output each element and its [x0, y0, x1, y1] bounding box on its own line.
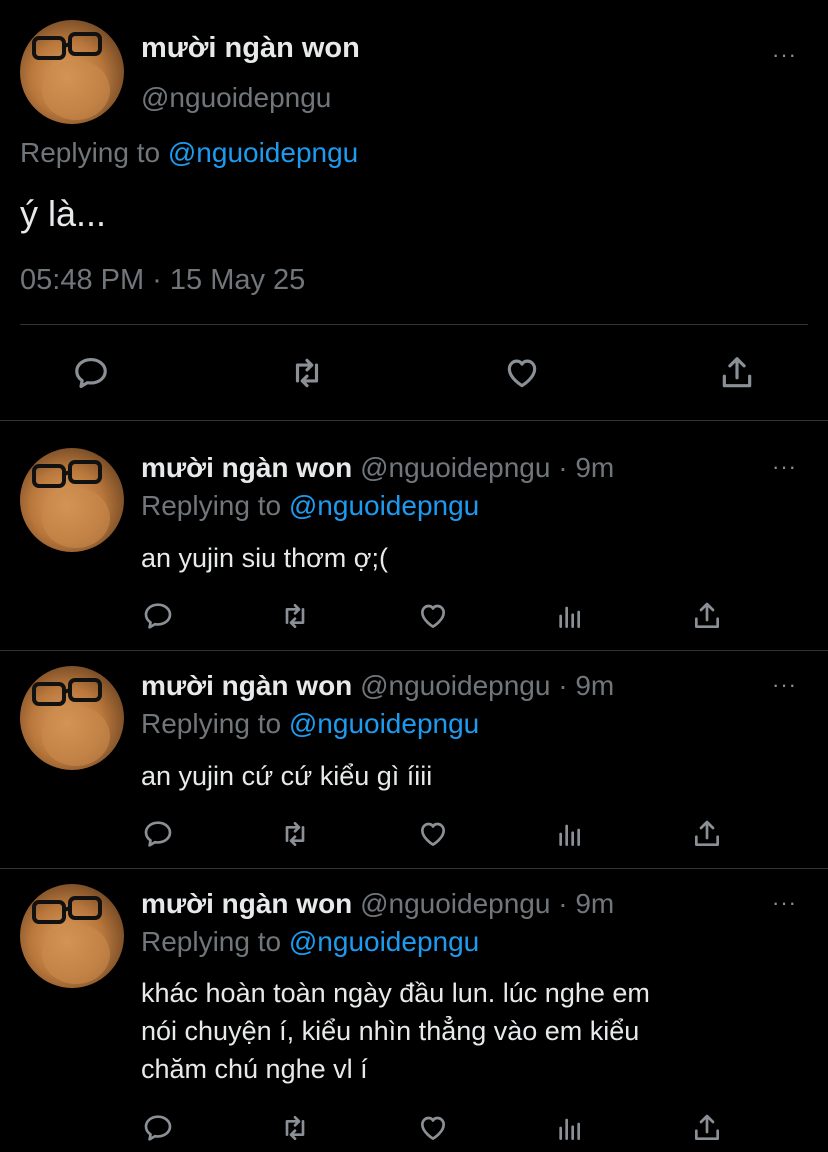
replying-to-mention[interactable]: @nguoidepngu: [168, 137, 358, 168]
glasses-cat-avatar-art: [32, 896, 110, 984]
reply-icon[interactable]: [70, 352, 112, 394]
share-icon[interactable]: [716, 352, 758, 394]
avatar[interactable]: [20, 884, 124, 988]
display-name[interactable]: mười ngàn won: [141, 452, 352, 483]
separator-dot: ·: [558, 452, 568, 483]
replying-to-line: Replying to @nguoidepngu: [141, 708, 479, 740]
relative-time[interactable]: 9m: [575, 670, 614, 701]
user-handle[interactable]: @nguoidepngu: [141, 82, 331, 114]
reply-icon[interactable]: [140, 1110, 176, 1146]
like-icon[interactable]: [414, 598, 452, 634]
replying-to-label: Replying to: [141, 708, 282, 739]
replying-to-line: Replying to @nguoidepngu: [20, 137, 358, 169]
replying-to-mention[interactable]: @nguoidepngu: [289, 490, 479, 521]
display-name[interactable]: mười ngàn won: [141, 888, 352, 919]
glasses-cat-avatar-art: [32, 32, 110, 120]
like-icon[interactable]: [414, 1110, 452, 1146]
replying-to-label: Replying to: [141, 490, 282, 521]
user-handle[interactable]: @nguoidepngu: [360, 452, 550, 483]
avatar[interactable]: [20, 666, 124, 770]
retweet-icon[interactable]: [276, 816, 314, 852]
divider: [0, 868, 828, 869]
reply-header: mười ngàn won @nguoidepngu · 9m: [141, 452, 614, 484]
like-icon[interactable]: [500, 352, 544, 394]
share-icon[interactable]: [689, 598, 725, 634]
like-icon[interactable]: [414, 816, 452, 852]
retweet-icon[interactable]: [276, 598, 314, 634]
replying-to-line: Replying to @nguoidepngu: [141, 490, 479, 522]
more-options-icon[interactable]: ···: [772, 892, 797, 914]
replying-to-label: Replying to: [20, 137, 161, 168]
separator-dot: ·: [558, 670, 568, 701]
glasses-cat-avatar-art: [32, 678, 110, 766]
replying-to-label: Replying to: [141, 926, 282, 957]
divider: [20, 324, 808, 325]
analytics-icon[interactable]: [552, 816, 588, 852]
more-options-icon[interactable]: ···: [772, 44, 797, 66]
reply-header: mười ngàn won @nguoidepngu · 9m: [141, 888, 614, 920]
more-options-icon[interactable]: ···: [772, 456, 797, 478]
relative-time[interactable]: 9m: [575, 888, 614, 919]
tweet-text: an yujin cứ cứ kiểu gì íiii: [141, 761, 433, 791]
analytics-icon[interactable]: [552, 598, 588, 634]
glasses-cat-avatar-art: [32, 460, 110, 548]
divider: [0, 420, 828, 421]
relative-time[interactable]: 9m: [575, 452, 614, 483]
more-options-icon[interactable]: ···: [772, 674, 797, 696]
reply-icon[interactable]: [140, 816, 176, 852]
retweet-icon[interactable]: [285, 352, 329, 394]
retweet-icon[interactable]: [276, 1110, 314, 1146]
user-handle[interactable]: @nguoidepngu: [360, 670, 550, 701]
reply-icon[interactable]: [140, 598, 176, 634]
share-icon[interactable]: [689, 1110, 725, 1146]
share-icon[interactable]: [689, 816, 725, 852]
replying-to-mention[interactable]: @nguoidepngu: [289, 926, 479, 957]
analytics-icon[interactable]: [552, 1110, 588, 1146]
tweet-text: khác hoàn toàn ngày đầu lun. lúc nghe em…: [141, 978, 650, 1084]
replying-to-line: Replying to @nguoidepngu: [141, 926, 479, 958]
tweet-timestamp: 05:48 PM · 15 May 25: [20, 264, 306, 296]
reply-header: mười ngàn won @nguoidepngu · 9m: [141, 670, 614, 702]
separator-dot: ·: [558, 888, 568, 919]
replying-to-mention[interactable]: @nguoidepngu: [289, 708, 479, 739]
tweet-text: ý là...: [20, 193, 107, 234]
display-name[interactable]: mười ngàn won: [141, 32, 360, 65]
avatar[interactable]: [20, 20, 124, 124]
tweet-text: an yujin siu thơm ợ;(: [141, 543, 388, 573]
divider: [0, 650, 828, 651]
display-name[interactable]: mười ngàn won: [141, 670, 352, 701]
avatar[interactable]: [20, 448, 124, 552]
user-handle[interactable]: @nguoidepngu: [360, 888, 550, 919]
